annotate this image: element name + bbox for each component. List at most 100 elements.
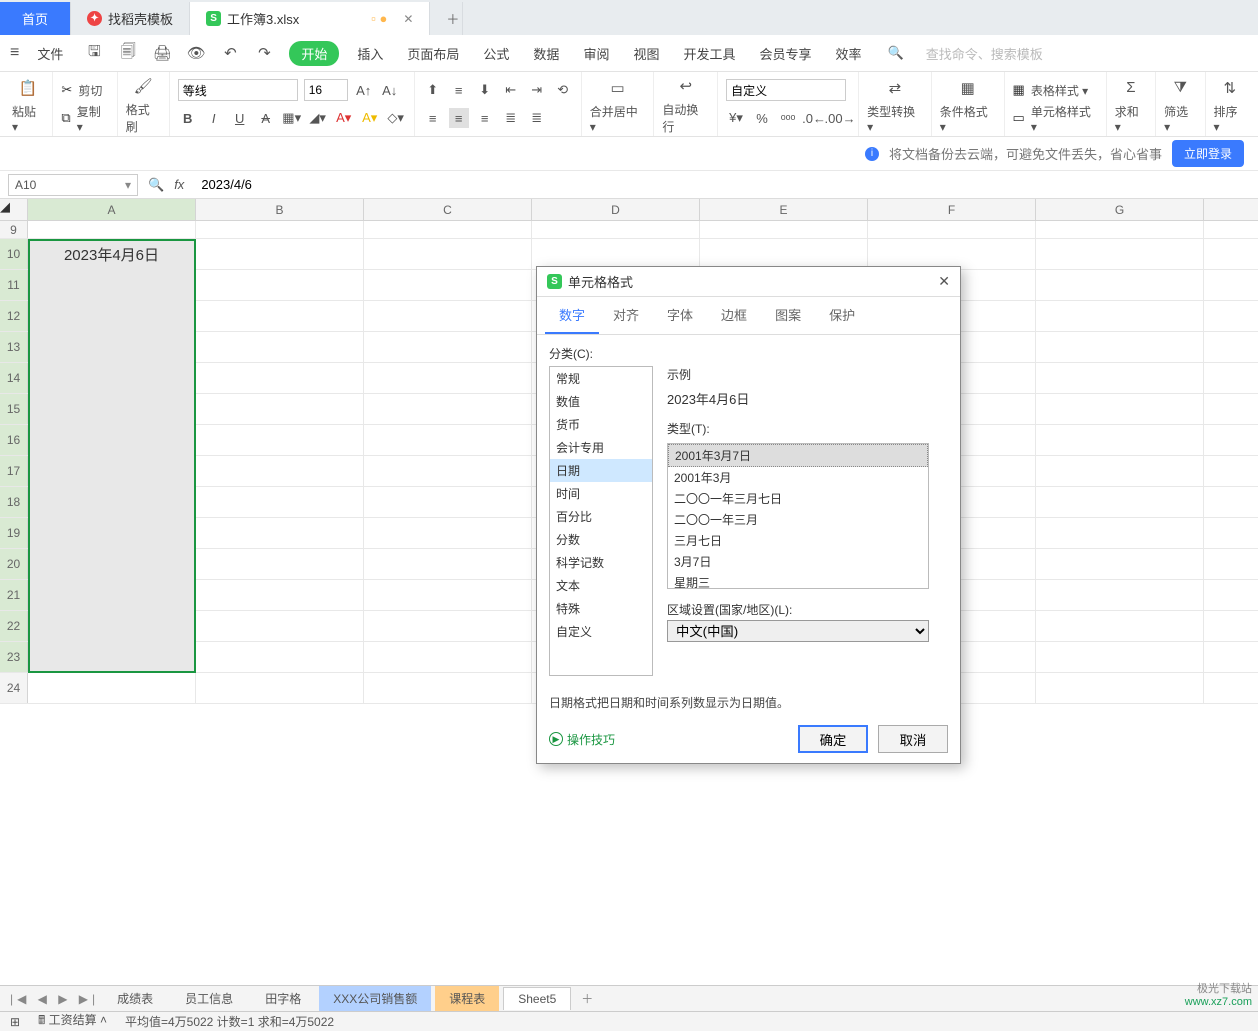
cell[interactable] <box>364 221 532 238</box>
cell[interactable] <box>364 332 532 362</box>
list-item[interactable]: 时间 <box>550 482 652 505</box>
sort-button[interactable]: 排序 ▾ <box>1214 103 1246 134</box>
list-item[interactable]: 2001年3月7日 <box>668 444 928 467</box>
cell[interactable] <box>364 239 532 269</box>
cell[interactable] <box>196 642 364 672</box>
menu-view[interactable]: 视图 <box>627 40 665 67</box>
cell[interactable] <box>196 673 364 703</box>
cell[interactable] <box>196 580 364 610</box>
cell[interactable] <box>196 487 364 517</box>
cell[interactable] <box>364 549 532 579</box>
tips-link[interactable]: ▶操作技巧 <box>549 731 615 748</box>
col-header[interactable]: A <box>28 199 196 220</box>
cell[interactable] <box>868 221 1036 238</box>
tab-templates[interactable]: ✦ 找稻壳模板 <box>71 2 190 35</box>
row-header[interactable]: 16 <box>0 425 28 455</box>
menu-start[interactable]: 开始 <box>289 41 339 66</box>
clipboard-icon[interactable]: 📋 <box>15 75 41 101</box>
cell[interactable] <box>1036 363 1204 393</box>
sigma-icon[interactable]: Σ <box>1118 75 1144 101</box>
cell[interactable] <box>28 487 196 517</box>
align-left-icon[interactable]: ≡ <box>423 108 443 128</box>
preview-icon[interactable]: 👁 <box>183 40 209 66</box>
cell[interactable] <box>364 270 532 300</box>
tab-border[interactable]: 边框 <box>707 297 761 334</box>
comma-icon[interactable]: ᵒᵒᵒ <box>778 108 798 128</box>
list-item[interactable]: 分数 <box>550 528 652 551</box>
cell[interactable] <box>1036 518 1204 548</box>
cell[interactable] <box>868 239 1036 269</box>
cell[interactable] <box>364 673 532 703</box>
justify-icon[interactable]: ≣ <box>501 108 521 128</box>
cell[interactable] <box>364 642 532 672</box>
new-tab-button[interactable]: ＋ <box>430 2 463 35</box>
tab-workbook[interactable]: S 工作簿3.xlsx ▫ ● ✕ <box>190 2 430 35</box>
decrease-font-icon[interactable]: A↓ <box>380 80 400 100</box>
cut-button[interactable]: 剪切 <box>78 82 102 99</box>
select-all-corner[interactable]: ◢ <box>0 199 28 220</box>
cell[interactable]: 2023年4月6日 <box>28 239 196 269</box>
underline-button[interactable]: U <box>230 108 250 128</box>
list-item[interactable]: 3月7日 <box>668 551 928 572</box>
cell[interactable] <box>1036 611 1204 641</box>
add-sheet-button[interactable]: ＋ <box>581 990 593 1007</box>
align-bottom-icon[interactable]: ⬇ <box>475 80 495 100</box>
table-style-button[interactable]: 表格样式 ▾ <box>1031 82 1088 99</box>
italic-button[interactable]: I <box>204 108 224 128</box>
locale-select[interactable]: 中文(中国) <box>667 620 929 642</box>
align-right-icon[interactable]: ≡ <box>475 108 495 128</box>
indent-dec-icon[interactable]: ⇤ <box>501 80 521 100</box>
menu-member[interactable]: 会员专享 <box>753 40 817 67</box>
fx-search-icon[interactable]: 🔍 <box>148 177 164 193</box>
cell[interactable] <box>28 425 196 455</box>
list-item[interactable]: 日期 <box>550 459 652 482</box>
tab-pattern[interactable]: 图案 <box>761 297 815 334</box>
font-size-select[interactable] <box>304 79 348 101</box>
fill-color-button[interactable]: ◢▾ <box>308 108 328 128</box>
list-item[interactable]: 百分比 <box>550 505 652 528</box>
cell[interactable] <box>28 301 196 331</box>
cell[interactable] <box>196 363 364 393</box>
cell[interactable] <box>196 221 364 238</box>
col-header[interactable]: D <box>532 199 700 220</box>
cell[interactable] <box>28 673 196 703</box>
row-header[interactable]: 19 <box>0 518 28 548</box>
cell[interactable] <box>1036 394 1204 424</box>
currency-icon[interactable]: ¥▾ <box>726 108 746 128</box>
cell[interactable] <box>28 580 196 610</box>
cell[interactable] <box>28 549 196 579</box>
cell[interactable] <box>1036 487 1204 517</box>
cell[interactable] <box>196 301 364 331</box>
cell[interactable] <box>1036 642 1204 672</box>
align-center-icon[interactable]: ≡ <box>449 108 469 128</box>
col-header[interactable]: G <box>1036 199 1204 220</box>
border-button[interactable]: ▦▾ <box>282 108 302 128</box>
cancel-button[interactable]: 取消 <box>878 725 948 753</box>
cell[interactable] <box>364 518 532 548</box>
sheet-nav[interactable]: |◀ ◀ ▶ ▶| <box>10 992 99 1006</box>
col-header[interactable]: E <box>700 199 868 220</box>
merge-button[interactable]: 合并居中 ▾ <box>590 103 646 134</box>
cell[interactable] <box>196 270 364 300</box>
cell[interactable] <box>700 239 868 269</box>
search-input[interactable]: 查找命令、搜索模板 <box>926 44 1043 63</box>
cell-style-button[interactable]: 单元格样式 ▾ <box>1031 103 1098 134</box>
format-painter-button[interactable]: 格式刷 <box>126 101 161 135</box>
distribute-icon[interactable]: ≣ <box>527 108 547 128</box>
tab-align[interactable]: 对齐 <box>599 297 653 334</box>
cell[interactable] <box>532 221 700 238</box>
cell[interactable] <box>196 425 364 455</box>
align-top-icon[interactable]: ⬆ <box>423 80 443 100</box>
brush-icon[interactable]: 🖌 <box>130 73 156 99</box>
funnel-icon[interactable]: ⧩ <box>1167 75 1193 101</box>
cell[interactable] <box>196 611 364 641</box>
strike-button[interactable]: A <box>256 108 276 128</box>
menu-efficiency[interactable]: 效率 <box>830 40 868 67</box>
type-list[interactable]: 2001年3月7日2001年3月二〇〇一年三月七日二〇〇一年三月三月七日3月7日… <box>667 443 929 589</box>
cell[interactable] <box>532 239 700 269</box>
list-item[interactable]: 2001年3月 <box>668 467 928 488</box>
cell[interactable] <box>28 221 196 238</box>
indent-inc-icon[interactable]: ⇥ <box>527 80 547 100</box>
tab-number[interactable]: 数字 <box>545 297 599 334</box>
sheet-tab[interactable]: 田字格 <box>251 986 315 1011</box>
